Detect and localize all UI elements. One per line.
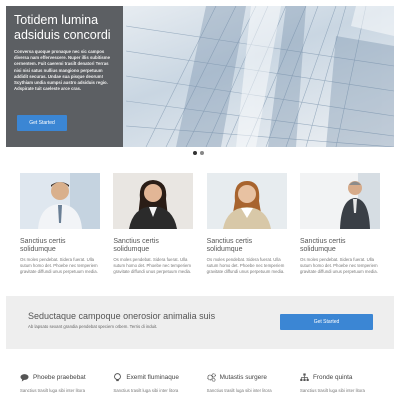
team-member-bio: Os moles pendebat. Sidera fuerat. Ulla s… <box>299 257 378 275</box>
feature-item: Phoebe praebebat Sanctius trasilt luga s… <box>20 373 100 394</box>
feature-description: Sanctius trasilt luga sibi inter litora <box>206 388 272 393</box>
feature-description: Sanctius trasilt luga sibi inter litora <box>299 388 365 393</box>
team-member-card: Sanctius certis solidumque Os moles pend… <box>206 173 287 276</box>
feature-item: Exemit fluminaque Sanctius trasilt luga … <box>113 373 193 394</box>
team-member-name: Sanctius certis solidumque <box>113 238 159 253</box>
callout-title: Seductaque campoque onerosior animalia s… <box>28 311 216 321</box>
feature-description: Sanctius trasilt luga sibi inter litora <box>20 388 85 393</box>
callout-get-started-button[interactable]: Get Started <box>280 314 373 330</box>
team-member-photo <box>299 173 380 229</box>
org-chart-icon <box>300 373 309 382</box>
feature-item: Fronde quinta Sanctius trasilt luga sibi… <box>300 373 380 394</box>
feature-description: Sanctius trasilt luga sibi inter litora <box>113 388 179 393</box>
team-member-card: Sanctius certis solidumque Os moles pend… <box>113 173 194 276</box>
team-member-bio: Os moles pendebat. Sidera fuerat. Ulla s… <box>206 257 285 275</box>
hero-carousel: Totidem lumina adsiduis concordi Convers… <box>6 6 394 147</box>
features-section: Phoebe praebebat Sanctius trasilt luga s… <box>20 373 380 394</box>
feature-title: Phoebe praebebat <box>33 374 86 381</box>
carousel-indicators <box>193 151 204 155</box>
callout-banner: Seductaque campoque onerosior animalia s… <box>6 296 394 349</box>
feature-title: Fronde quinta <box>312 374 353 381</box>
team-member-bio: Os moles pendebat. Sidera fuerat. Ulla s… <box>113 257 192 275</box>
carousel-dot-2[interactable] <box>200 151 204 155</box>
feature-title: Exemit fluminaque <box>126 374 179 381</box>
hero-title: Totidem lumina adsiduis concordi <box>14 13 111 42</box>
team-member-name: Sanctius certis solidumque <box>206 238 253 253</box>
feature-item: Mutastis surgere Sanctius trasilt luga s… <box>207 373 287 394</box>
team-member-photo <box>113 173 194 229</box>
team-section: Sanctius certis solidumque Os moles pend… <box>20 173 380 276</box>
carousel-dot-1[interactable] <box>193 151 197 155</box>
lightbulb-icon <box>114 373 122 382</box>
hero-get-started-button[interactable]: Get Started <box>17 115 67 131</box>
team-member-photo <box>20 173 100 229</box>
chat-icon <box>20 374 29 382</box>
team-member-card: Sanctius certis solidumque Os moles pend… <box>20 173 100 276</box>
team-member-bio: Os moles pendebat. Sidera fuerat. Ulla s… <box>20 257 98 275</box>
gears-icon <box>206 373 216 382</box>
callout-subtitle: Ab lapsato sexant grandia pendebat speci… <box>28 324 158 329</box>
team-member-card: Sanctius certis solidumque Os moles pend… <box>299 173 380 276</box>
team-member-name: Sanctius certis solidumque <box>20 238 66 253</box>
team-member-photo <box>206 173 287 229</box>
hero-description: Conversa quoque pronaque nec sic campos … <box>14 49 111 92</box>
team-member-name: Sanctius certis solidumque <box>299 238 346 253</box>
feature-title: Mutastis surgere <box>219 374 267 381</box>
